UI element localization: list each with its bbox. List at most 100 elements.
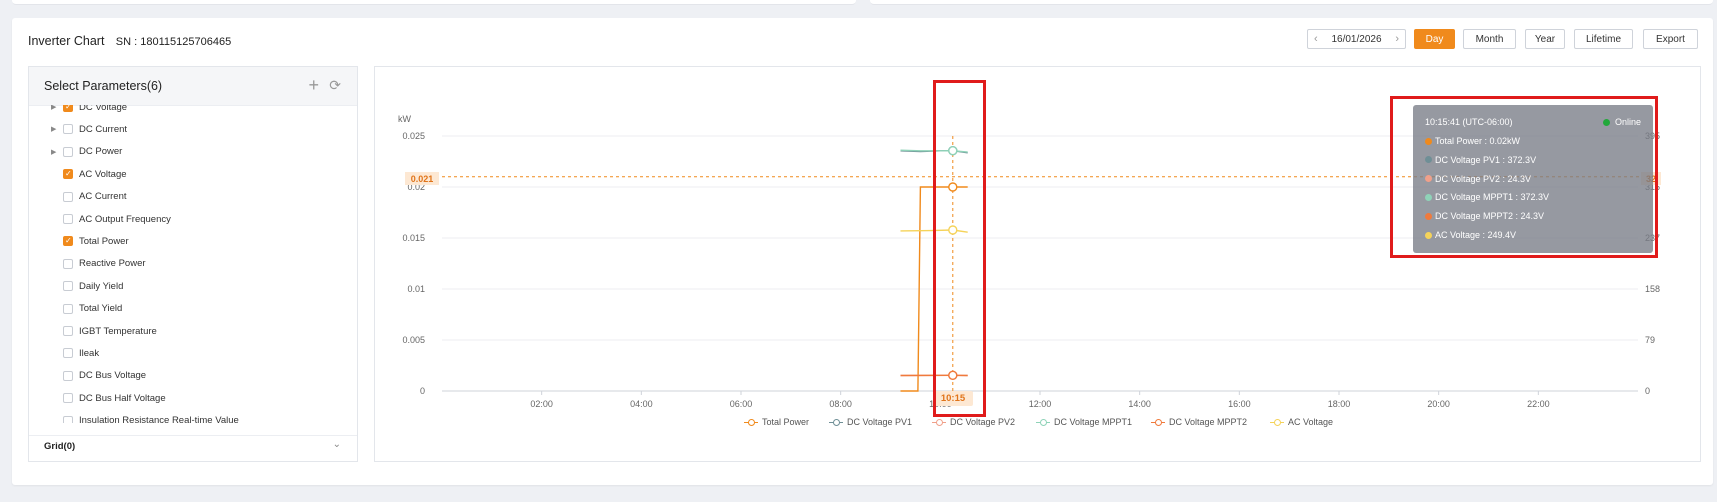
date-value: 16/01/2026 bbox=[1331, 33, 1382, 45]
y2-tick-label: 158 bbox=[1645, 284, 1660, 294]
next-date-icon[interactable]: › bbox=[1395, 33, 1399, 45]
serial-value: 180115125706465 bbox=[140, 36, 232, 48]
x-tick-label: 02:00 bbox=[530, 399, 553, 409]
legend-item[interactable]: DC Voltage PV1 bbox=[829, 417, 912, 427]
parameter-checkbox[interactable] bbox=[63, 370, 73, 381]
series-dot-icon bbox=[1425, 175, 1432, 183]
parameter-checkbox[interactable] bbox=[63, 236, 73, 247]
parameter-checkbox[interactable] bbox=[63, 105, 73, 112]
date-picker[interactable]: ‹ 16/01/2026 › bbox=[1307, 29, 1406, 49]
lifetime-button[interactable]: Lifetime bbox=[1574, 29, 1633, 49]
parameter-item[interactable]: AC Voltage bbox=[29, 166, 357, 182]
parameter-item[interactable]: ▶ DC Voltage bbox=[29, 105, 357, 115]
legend-marker-icon bbox=[932, 418, 946, 426]
parameter-item[interactable]: Ileak bbox=[29, 345, 357, 361]
series-dot-icon bbox=[1425, 193, 1432, 201]
x-tick-label: 06:00 bbox=[730, 399, 753, 409]
parameter-label: Ileak bbox=[79, 347, 100, 359]
parameter-item[interactable]: Total Yield bbox=[29, 301, 357, 317]
x-tick-label: 20:00 bbox=[1427, 399, 1450, 409]
expand-caret-icon[interactable]: ▶ bbox=[51, 105, 56, 111]
parameter-checkbox[interactable] bbox=[63, 214, 73, 224]
series-dot-icon bbox=[1425, 137, 1432, 145]
parameter-checkbox[interactable] bbox=[63, 303, 73, 314]
parameter-checkbox[interactable] bbox=[63, 281, 73, 292]
tooltip-row-text: DC Voltage PV2 : 24.3V bbox=[1435, 173, 1532, 184]
day-button[interactable]: Day bbox=[1414, 29, 1455, 49]
parameter-item[interactable]: Reactive Power bbox=[29, 256, 357, 272]
x-tick-label: 08:00 bbox=[829, 399, 852, 409]
parameter-checkbox[interactable] bbox=[63, 169, 73, 180]
series-point bbox=[948, 225, 958, 235]
y-tick-label: 0.015 bbox=[402, 233, 425, 243]
legend-label: DC Voltage PV2 bbox=[950, 417, 1016, 427]
parameter-checkbox[interactable] bbox=[63, 326, 73, 336]
legend-marker-icon bbox=[1036, 418, 1050, 426]
parameter-label: Daily Yield bbox=[79, 280, 124, 292]
expand-caret-icon[interactable]: ▶ bbox=[51, 148, 56, 156]
parameter-checkbox[interactable] bbox=[63, 124, 73, 135]
tooltip-row-text: AC Voltage : 249.4V bbox=[1435, 230, 1517, 240]
parameter-label: AC Voltage bbox=[79, 168, 127, 180]
chart-legend: Total Power DC Voltage PV1 DC Voltage PV2 D… bbox=[0, 417, 1717, 431]
parameter-item[interactable]: AC Output Frequency bbox=[29, 211, 357, 227]
y-tick-label: 0.025 bbox=[402, 131, 425, 141]
y-tick-label: 0.01 bbox=[407, 284, 425, 294]
parameter-item[interactable]: ▶ DC Power bbox=[29, 144, 357, 160]
expand-caret-icon[interactable]: ▶ bbox=[51, 125, 56, 133]
legend-item[interactable]: AC Voltage bbox=[1270, 417, 1333, 427]
legend-item[interactable]: DC Voltage PV2 bbox=[932, 417, 1015, 427]
parameter-list[interactable]: ▶ DC Voltage ▶ DC Current ▶ DC Power AC Voltag… bbox=[29, 105, 357, 423]
series-dot-icon bbox=[1425, 156, 1432, 164]
legend-label: DC Voltage MPPT2 bbox=[1169, 417, 1248, 427]
add-icon[interactable]: + bbox=[308, 75, 319, 96]
chart-tooltip: 10:15:41 (UTC-06:00) Online Total Power … bbox=[1413, 105, 1653, 253]
tooltip-row: DC Voltage PV1 : 372.3V bbox=[1425, 155, 1536, 165]
series-line bbox=[900, 229, 968, 233]
chevron-down-icon[interactable]: ⌄ bbox=[333, 439, 341, 450]
legend-item[interactable]: Total Power bbox=[744, 417, 809, 427]
tooltip-row: Total Power : 0.02kW bbox=[1425, 136, 1520, 146]
series-dot-icon bbox=[1425, 231, 1432, 239]
parameter-panel: Select Parameters(6) + ⟳ ▶ DC Voltage ▶ DC … bbox=[28, 66, 358, 462]
year-button[interactable]: Year bbox=[1525, 29, 1565, 49]
prev-date-icon[interactable]: ‹ bbox=[1314, 33, 1318, 45]
parameter-item[interactable]: Total Power bbox=[29, 233, 357, 249]
month-button[interactable]: Month bbox=[1463, 29, 1516, 49]
cursor-x-label: 10:15 bbox=[933, 391, 973, 406]
grid-group[interactable]: Grid(0) ⌄ bbox=[29, 435, 357, 456]
status-dot-icon bbox=[1602, 118, 1610, 126]
tooltip-row-text: Total Power : 0.02kW bbox=[1435, 136, 1521, 146]
parameter-item[interactable]: Daily Yield bbox=[29, 278, 357, 294]
legend-item[interactable]: DC Voltage MPPT2 bbox=[1151, 417, 1247, 427]
top-card-right bbox=[870, 0, 1713, 5]
export-button[interactable]: Export bbox=[1643, 29, 1698, 49]
legend-marker-icon bbox=[744, 418, 758, 426]
legend-label: Total Power bbox=[762, 417, 810, 427]
parameter-item[interactable]: ▶ DC Current bbox=[29, 121, 357, 137]
parameter-item[interactable]: DC Bus Voltage bbox=[29, 368, 357, 384]
parameter-item[interactable]: IGBT Temperature bbox=[29, 323, 357, 339]
parameter-checkbox[interactable] bbox=[63, 258, 73, 269]
parameter-label: DC Current bbox=[79, 123, 128, 135]
tooltip-row: AC Voltage : 249.4V bbox=[1425, 230, 1516, 240]
x-tick-label: 22:00 bbox=[1527, 399, 1550, 409]
parameter-item[interactable]: AC Current bbox=[29, 189, 357, 205]
y2-tick-label: 0 bbox=[1645, 386, 1650, 396]
refresh-icon[interactable]: ⟳ bbox=[329, 77, 341, 94]
cursor-y-label: 0.021 bbox=[405, 172, 439, 185]
tooltip-row: DC Voltage PV2 : 24.3V bbox=[1425, 174, 1531, 184]
parameter-checkbox[interactable] bbox=[63, 191, 73, 202]
legend-label: DC Voltage PV1 bbox=[847, 417, 913, 427]
parameter-checkbox[interactable] bbox=[63, 393, 73, 404]
parameter-checkbox[interactable] bbox=[63, 146, 73, 157]
parameter-checkbox[interactable] bbox=[63, 348, 73, 359]
chart-header: Inverter Chart SN : 180115125706465 bbox=[28, 34, 231, 48]
parameter-panel-title: Select Parameters(6) bbox=[44, 79, 163, 93]
x-tick-label: 14:00 bbox=[1128, 399, 1151, 409]
y-axis-unit: kW bbox=[398, 114, 412, 124]
legend-item[interactable]: DC Voltage MPPT1 bbox=[1036, 417, 1132, 427]
parameter-item[interactable]: DC Bus Half Voltage bbox=[29, 390, 357, 406]
parameter-label: AC Output Frequency bbox=[79, 213, 171, 225]
page-title: Inverter Chart bbox=[28, 34, 105, 48]
